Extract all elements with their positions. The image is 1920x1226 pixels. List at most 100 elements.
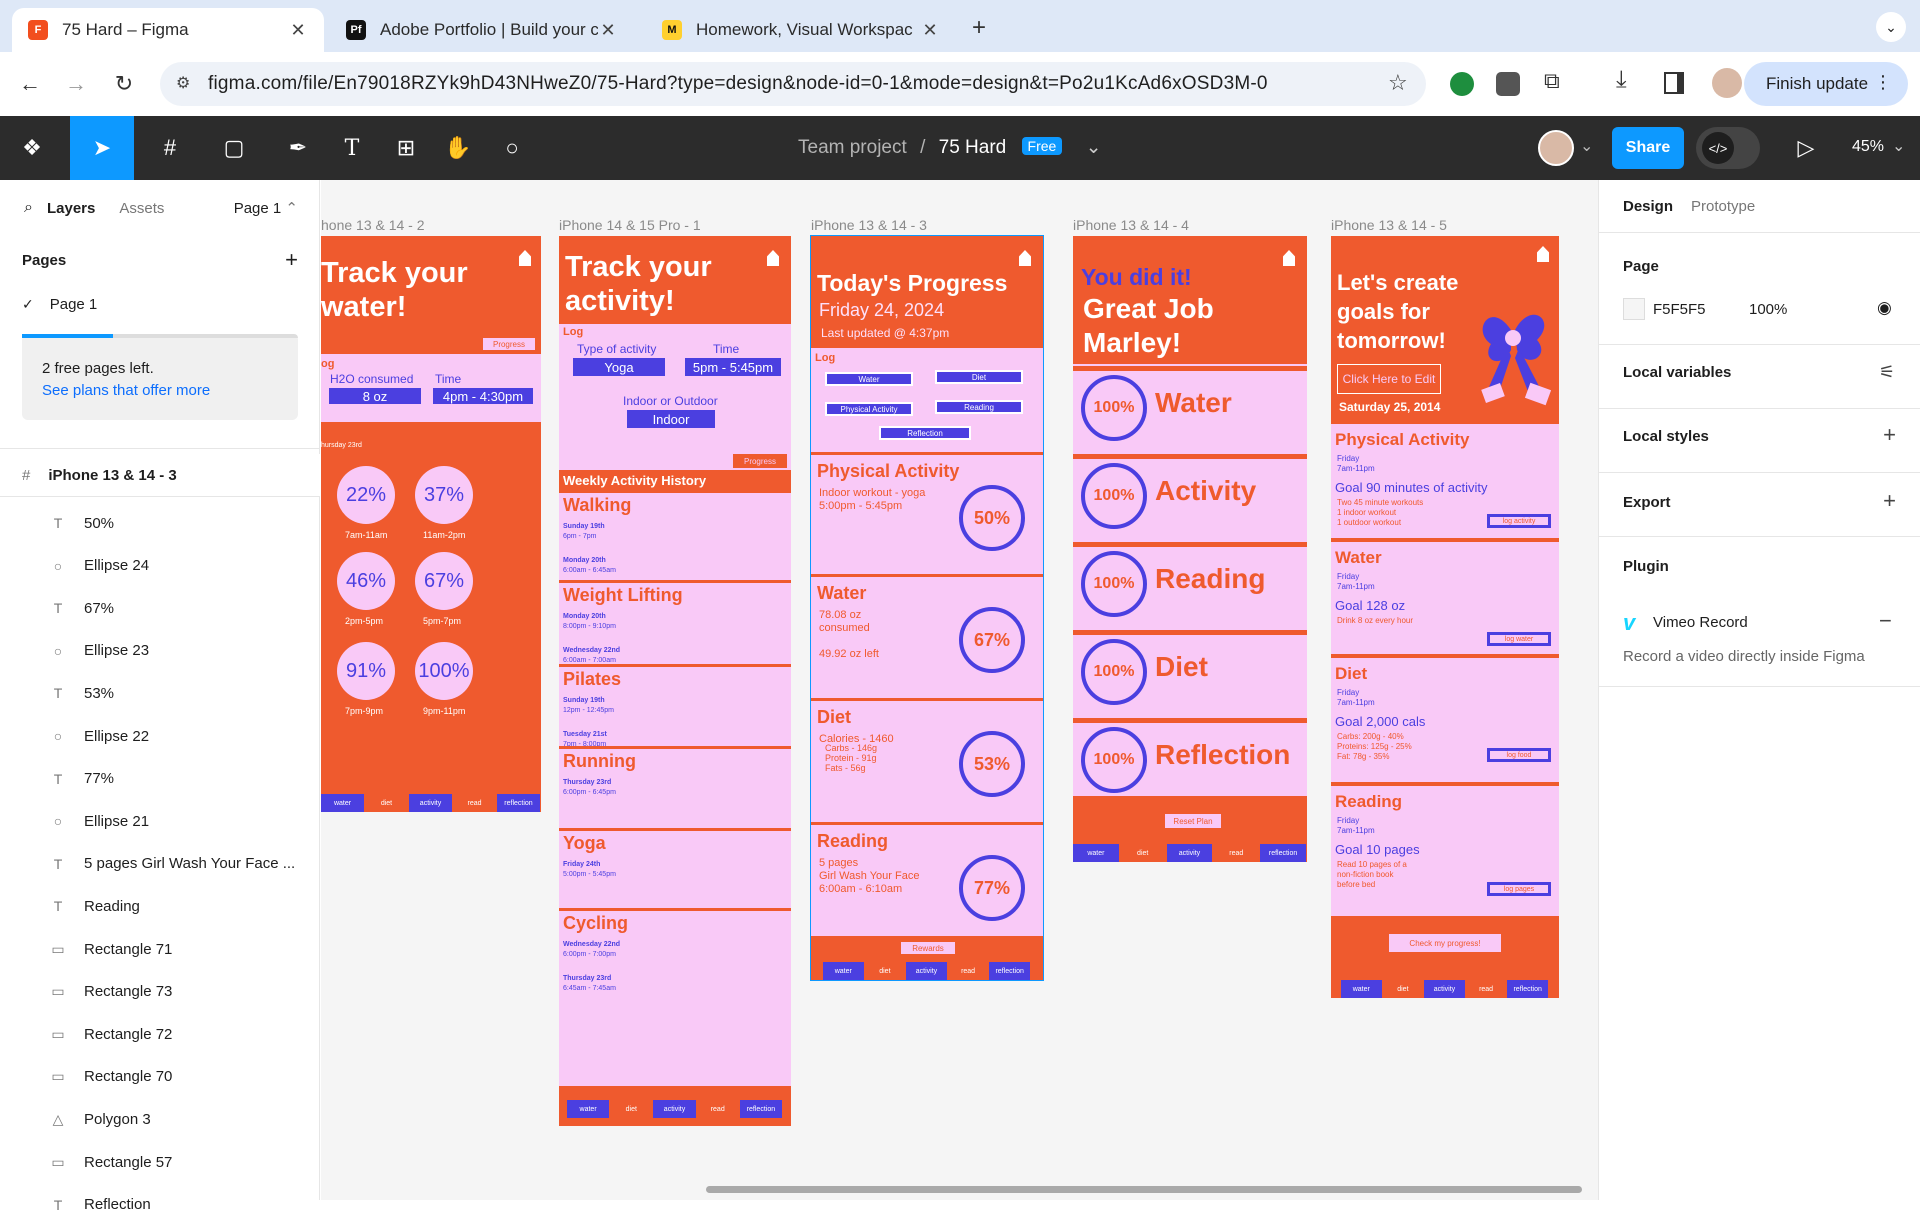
layer-item[interactable]: ▭ Rectangle 70 — [0, 1056, 320, 1098]
tab-portfolio[interactable]: Pf Adobe Portfolio | Build your c ✕ — [330, 8, 634, 52]
log-activity-button[interactable]: Physical Activity — [825, 402, 913, 416]
frame-create-goals[interactable]: Let's create goals for tomorrow! Click Her… — [1331, 236, 1559, 998]
nav-item-read[interactable]: read — [1213, 844, 1261, 862]
nav-item-reflection[interactable]: reflection — [497, 794, 541, 812]
extension-icon[interactable] — [1496, 72, 1520, 96]
layer-item[interactable]: T 67% — [0, 587, 320, 629]
layer-item[interactable]: ▭ Rectangle 57 — [0, 1141, 320, 1183]
bookmark-star-icon[interactable]: ☆ — [1388, 70, 1408, 96]
log-water-button[interactable]: Water — [825, 372, 913, 386]
plugin-name[interactable]: Vimeo Record — [1653, 614, 1748, 631]
frame-label[interactable]: iPhone 13 & 14 - 4 — [1073, 217, 1189, 233]
layer-item[interactable]: T Reflection — [0, 1184, 320, 1226]
close-icon[interactable]: ✕ — [920, 20, 940, 41]
nav-item-water[interactable]: water — [1073, 844, 1120, 862]
local-styles[interactable]: Local styles — [1623, 428, 1709, 445]
extension-icon[interactable] — [1450, 72, 1474, 96]
close-icon[interactable]: ✕ — [598, 20, 618, 41]
new-tab-icon[interactable]: + — [972, 14, 986, 42]
nav-item-diet[interactable]: diet — [365, 794, 409, 812]
log-goal-button[interactable]: log pages — [1487, 882, 1551, 896]
nav-item-water[interactable]: water — [321, 794, 365, 812]
text-tool-icon[interactable]: T — [334, 116, 370, 180]
layer-item[interactable]: ▭ Rectangle 72 — [0, 1013, 320, 1055]
tab-search-icon[interactable]: ⌄ — [1876, 12, 1906, 42]
nav-item-water[interactable]: water — [1341, 980, 1383, 998]
puzzle-icon[interactable]: ⧉ — [1544, 68, 1560, 94]
nav-item-diet[interactable]: diet — [1119, 844, 1167, 862]
close-icon[interactable]: ✕ — [288, 20, 308, 41]
remove-plugin-icon[interactable]: − — [1879, 608, 1892, 634]
chevron-down-icon[interactable]: ⌄ — [1892, 136, 1905, 156]
layer-item[interactable]: T 5 pages Girl Wash Your Face ... — [0, 843, 320, 885]
tab-assets[interactable]: Assets — [119, 200, 164, 217]
comment-tool-icon[interactable]: ○ — [494, 116, 530, 180]
h2o-input[interactable]: 8 oz — [329, 388, 421, 404]
page-item[interactable]: ✓ Page 1 — [0, 292, 320, 316]
pen-tool-icon[interactable]: ✒ — [272, 116, 324, 180]
frame-todays-progress[interactable]: Today's Progress Friday 24, 2024 Last up… — [810, 235, 1044, 981]
nav-item-reflection[interactable]: reflection — [989, 962, 1031, 980]
nav-item-read[interactable]: read — [1465, 980, 1508, 998]
progress-button[interactable]: Progress — [733, 454, 787, 468]
frame-label[interactable]: hone 13 & 14 - 2 — [321, 217, 425, 233]
site-info-icon[interactable]: ⚙ — [176, 73, 190, 93]
tab-prototype[interactable]: Prototype — [1691, 198, 1755, 215]
reset-plan-button[interactable]: Reset Plan — [1165, 814, 1221, 828]
layer-item[interactable]: T 50% — [0, 502, 320, 544]
rewards-button[interactable]: Rewards — [901, 942, 955, 954]
layer-item[interactable]: T 53% — [0, 672, 320, 714]
time-input[interactable]: 4pm - 4:30pm — [433, 388, 533, 404]
page-selector[interactable]: Page 1 ⌃ — [234, 199, 298, 217]
nav-item-diet[interactable]: diet — [610, 1100, 654, 1118]
zoom-level[interactable]: 45% — [1852, 138, 1884, 156]
move-tool-icon[interactable]: ➤ — [70, 116, 134, 180]
frame-label[interactable]: iPhone 13 & 14 - 3 — [811, 217, 927, 233]
nav-item-read[interactable]: read — [453, 794, 497, 812]
share-button[interactable]: Share — [1612, 127, 1684, 169]
log-goal-button[interactable]: log food — [1487, 748, 1551, 762]
chevron-down-icon[interactable]: ⌄ — [1086, 137, 1102, 158]
export-section[interactable]: Export — [1623, 494, 1671, 511]
avatar[interactable] — [1712, 68, 1742, 98]
page-bg-opacity[interactable]: 100% — [1749, 301, 1787, 318]
layer-item[interactable]: ○ Ellipse 21 — [0, 800, 320, 842]
log-reflection-button[interactable]: Reflection — [879, 426, 971, 440]
frame-you-did-it[interactable]: You did it! Great Job Marley! 100% Water 10… — [1073, 236, 1307, 862]
frame-tool-icon[interactable]: # — [144, 116, 196, 180]
nav-item-activity[interactable]: activity — [409, 794, 453, 812]
tab-miro[interactable]: M Homework, Visual Workspac ✕ — [646, 8, 956, 52]
nav-item-activity[interactable]: activity — [653, 1100, 697, 1118]
indoor-outdoor-input[interactable]: Indoor — [627, 410, 715, 428]
address-bar[interactable]: ⚙ figma.com/file/En79018RZYk9hD43NHweZ0/… — [160, 62, 1426, 106]
rectangle-tool-icon[interactable]: ▢ — [208, 116, 260, 180]
figma-main-menu-icon[interactable]: ❖ — [8, 116, 56, 180]
layer-item[interactable]: T 77% — [0, 758, 320, 800]
present-icon[interactable]: ▷ — [1786, 116, 1826, 180]
nav-item-activity[interactable]: activity — [906, 962, 948, 980]
variables-icon[interactable]: ⚟ — [1879, 362, 1895, 383]
nav-item-read[interactable]: read — [696, 1100, 740, 1118]
tab-layers[interactable]: Layers — [47, 200, 95, 217]
layer-item[interactable]: ○ Ellipse 23 — [0, 630, 320, 672]
tab-figma[interactable]: F 75 Hard – Figma ✕ — [12, 8, 324, 52]
check-progress-button[interactable]: Check my progress! — [1389, 934, 1501, 952]
side-panel-icon[interactable] — [1664, 72, 1684, 94]
add-style-icon[interactable]: + — [1883, 422, 1896, 448]
add-export-icon[interactable]: + — [1883, 488, 1896, 514]
nav-item-diet[interactable]: diet — [864, 962, 907, 980]
finish-update-button[interactable]: Finish update ⋮ — [1744, 62, 1908, 106]
frame-label[interactable]: iPhone 13 & 14 - 5 — [1331, 217, 1447, 233]
resources-icon[interactable]: ⊞ — [388, 116, 424, 180]
layer-item[interactable]: T Reading — [0, 885, 320, 927]
tab-design[interactable]: Design — [1623, 198, 1673, 215]
forward-icon[interactable]: → — [58, 66, 94, 102]
nav-item-activity[interactable]: activity — [1166, 844, 1214, 862]
download-icon[interactable]: ⤓ — [1616, 66, 1627, 94]
layer-item[interactable]: ○ Ellipse 22 — [0, 715, 320, 757]
hand-tool-icon[interactable]: ✋ — [440, 116, 476, 180]
log-diet-button[interactable]: Diet — [935, 370, 1023, 384]
frame-layer-selected[interactable]: # iPhone 13 & 14 - 3 — [0, 454, 320, 496]
time-input[interactable]: 5pm - 5:45pm — [685, 358, 781, 376]
page-bg-color[interactable]: F5F5F5 — [1653, 301, 1706, 318]
